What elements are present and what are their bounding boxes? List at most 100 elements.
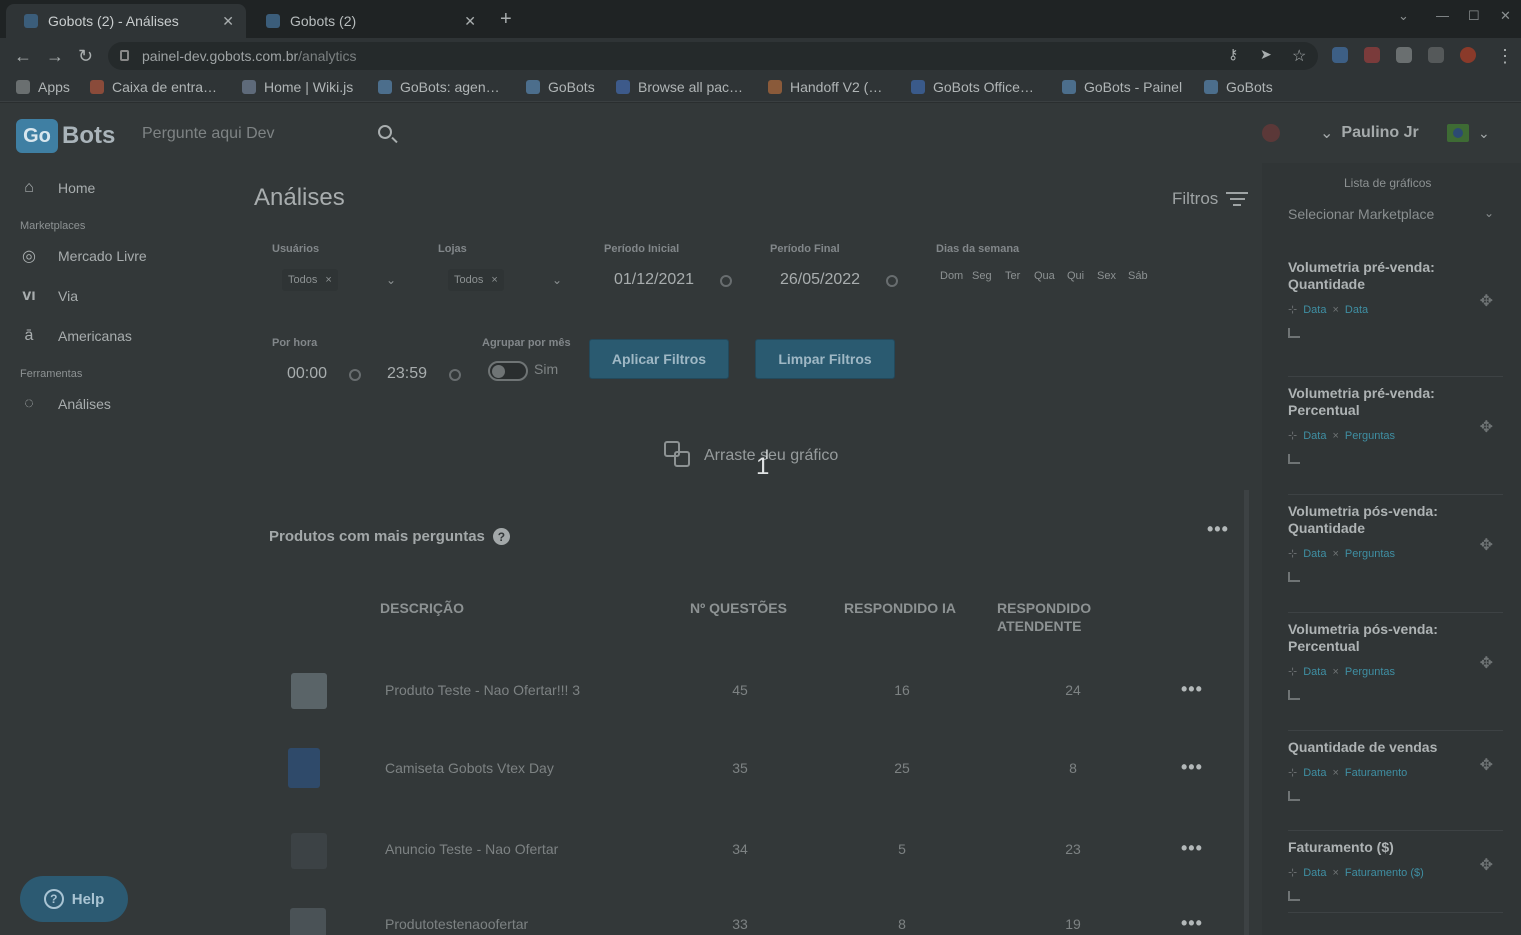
agrupar-toggle[interactable] xyxy=(488,361,528,381)
row-menu-icon[interactable]: ••• xyxy=(1181,757,1203,778)
apply-filters-button[interactable]: Aplicar Filtros xyxy=(589,339,729,379)
new-tab-icon[interactable]: + xyxy=(500,8,512,31)
bookmark[interactable]: Handoff V2 (… xyxy=(768,79,882,95)
puzzle-icon[interactable] xyxy=(1396,47,1412,63)
day-dom[interactable]: Dom xyxy=(940,270,963,282)
section-marketplaces: Marketplaces xyxy=(20,220,86,232)
hora-fim-input[interactable]: 23:59 xyxy=(387,365,427,383)
send-icon[interactable]: ➤ xyxy=(1260,46,1272,63)
chart-card[interactable]: Volumetria pós-venda: Quantidade ⊹ Data × P… xyxy=(1288,495,1503,613)
day-ter[interactable]: Ter xyxy=(1005,270,1020,282)
user-menu[interactable]: ⌄ Paulino Jr xyxy=(1262,123,1419,143)
browser-tab-active[interactable]: Gobots (2) - Análises ✕ xyxy=(6,4,246,38)
row-menu-icon[interactable]: ••• xyxy=(1181,838,1203,859)
chart-card-title: Faturamento ($) xyxy=(1288,839,1394,855)
sidebar-item-via[interactable]: vı Via xyxy=(18,286,78,306)
clock-icon[interactable] xyxy=(349,369,361,381)
day-sab[interactable]: Sáb xyxy=(1128,270,1148,282)
back-icon[interactable]: ← xyxy=(14,46,32,67)
gobots-logo[interactable]: Go Bots xyxy=(16,119,115,153)
search-input[interactable]: Pergunte aqui Dev xyxy=(132,117,402,151)
bookmark[interactable]: Apps xyxy=(16,79,70,95)
chevron-down-icon[interactable]: ⌄ xyxy=(1478,125,1490,142)
close-window-icon[interactable]: ✕ xyxy=(1500,8,1511,24)
sidebar: ⌂ Home Marketplaces ◎ Mercado Livre vı V… xyxy=(0,163,230,935)
bookmark[interactable]: Browse all pac… xyxy=(616,79,743,95)
chevron-down-icon[interactable]: ⌄ xyxy=(386,273,396,287)
help-button[interactable]: ? Help xyxy=(20,876,128,922)
clear-filters-button[interactable]: Limpar Filtros xyxy=(755,339,895,379)
menu-icon[interactable]: ⋮ xyxy=(1496,46,1514,67)
bookmark[interactable]: GoBots - Painel xyxy=(1062,79,1182,95)
top-nav: Go Bots Pergunte aqui Dev ⌄ Paulino Jr ⌄ xyxy=(0,103,1521,163)
chart-card[interactable]: Faturamento ($) ⊹ Data × Faturamento ($) ✥ xyxy=(1288,831,1503,913)
extension-icon[interactable] xyxy=(1364,47,1380,63)
por-hora-label: Por hora xyxy=(272,337,318,349)
bookmark[interactable]: GoBots Office… xyxy=(911,79,1034,95)
sidebar-item-home[interactable]: ⌂ Home xyxy=(18,178,95,198)
day-sex[interactable]: Sex xyxy=(1097,270,1116,282)
star-icon[interactable]: ☆ xyxy=(1292,46,1306,66)
search-icon[interactable] xyxy=(378,125,392,139)
periodo-inicial-input[interactable]: 01/12/2021 xyxy=(614,271,694,289)
chart-card-tags: ⊹ Data × Faturamento xyxy=(1288,766,1503,780)
chart-card[interactable]: Volumetria pós-venda: Percentual ⊹ Data × P… xyxy=(1288,613,1503,731)
filters-toggle[interactable]: Filtros xyxy=(1172,188,1249,210)
drag-handle-icon[interactable]: ✥ xyxy=(1480,755,1493,775)
drag-handle-icon[interactable]: ✥ xyxy=(1480,535,1493,555)
bookmark[interactable]: GoBots xyxy=(1204,79,1273,95)
tab-search-icon[interactable]: ⌄ xyxy=(1398,8,1409,24)
sidepanel-icon[interactable] xyxy=(1428,47,1444,63)
bookmark[interactable]: GoBots xyxy=(526,79,595,95)
card-title: Produtos com mais perguntas ? xyxy=(269,528,510,545)
close-tab-icon[interactable]: ✕ xyxy=(222,13,234,30)
usuarios-chip[interactable]: Todos × xyxy=(282,269,338,291)
chart-card[interactable]: Volumetria pré-venda: Quantidade ⊹ Data × D… xyxy=(1288,259,1503,377)
lojas-chip[interactable]: Todos × xyxy=(448,269,504,291)
reload-icon[interactable]: ↻ xyxy=(78,46,93,67)
key-icon[interactable]: ⚷ xyxy=(1228,46,1238,63)
day-qui[interactable]: Qui xyxy=(1067,270,1084,282)
day-qua[interactable]: Qua xyxy=(1034,270,1055,282)
profile-icon[interactable] xyxy=(1460,47,1476,63)
browser-tab[interactable]: Gobots (2) ✕ xyxy=(248,4,488,38)
tag: Data xyxy=(1303,429,1327,442)
extension-icon[interactable] xyxy=(1332,47,1348,63)
hora-inicio-input[interactable]: 00:00 xyxy=(287,365,327,383)
chart-card[interactable]: Quantidade de vendas ⊹ Data × Faturamento ✥ xyxy=(1288,731,1503,831)
row-menu-icon[interactable]: ••• xyxy=(1181,679,1203,700)
chart-card[interactable]: Volumetria pré-venda: Percentual ⊹ Data × P… xyxy=(1288,377,1503,495)
sidebar-item-analises[interactable]: ◌ Análises xyxy=(18,394,111,414)
row-menu-icon[interactable]: ••• xyxy=(1181,913,1203,934)
drag-handle-icon[interactable]: ✥ xyxy=(1480,417,1493,437)
drag-handle-icon[interactable]: ✥ xyxy=(1480,653,1493,673)
remove-chip-icon[interactable]: × xyxy=(325,274,331,286)
periodo-final-input[interactable]: 26/05/2022 xyxy=(780,271,860,289)
card-menu-icon[interactable]: ••• xyxy=(1207,519,1229,540)
forward-icon[interactable]: → xyxy=(46,46,64,67)
close-tab-icon[interactable]: ✕ xyxy=(464,13,476,30)
sidebar-item-mercado-livre[interactable]: ◎ Mercado Livre xyxy=(18,246,147,266)
maximize-icon[interactable]: ☐ xyxy=(1468,8,1480,24)
chart-dropzone[interactable]: Arraste seu gráfico xyxy=(664,441,838,471)
clear-icon[interactable] xyxy=(720,275,732,287)
brazil-flag-icon[interactable] xyxy=(1447,124,1469,142)
clear-icon[interactable] xyxy=(886,275,898,287)
drag-handle-icon[interactable]: ✥ xyxy=(1480,291,1493,311)
clock-icon[interactable] xyxy=(449,369,461,381)
bookmark[interactable]: Home | Wiki.js xyxy=(242,79,353,95)
drag-handle-icon[interactable]: ✥ xyxy=(1480,855,1493,875)
chevron-down-icon[interactable]: ⌄ xyxy=(552,273,562,287)
sidebar-item-americanas[interactable]: ā Americanas xyxy=(18,326,132,346)
day-seg[interactable]: Seg xyxy=(972,270,992,282)
help-icon[interactable]: ? xyxy=(492,528,510,545)
bookmark[interactable]: GoBots: agen… xyxy=(378,79,500,95)
scrollbar[interactable] xyxy=(1244,490,1249,935)
url-path: /analytics xyxy=(298,48,357,64)
remove-chip-icon[interactable]: × xyxy=(491,274,497,286)
logo-go: Go xyxy=(16,119,58,153)
minimize-icon[interactable]: — xyxy=(1436,8,1449,23)
bookmark[interactable]: Caixa de entra… xyxy=(90,79,217,95)
marketplace-select[interactable]: Selecionar Marketplace ⌄ xyxy=(1288,206,1494,222)
address-bar[interactable]: painel-dev.gobots.com.br/analytics xyxy=(108,42,1318,70)
